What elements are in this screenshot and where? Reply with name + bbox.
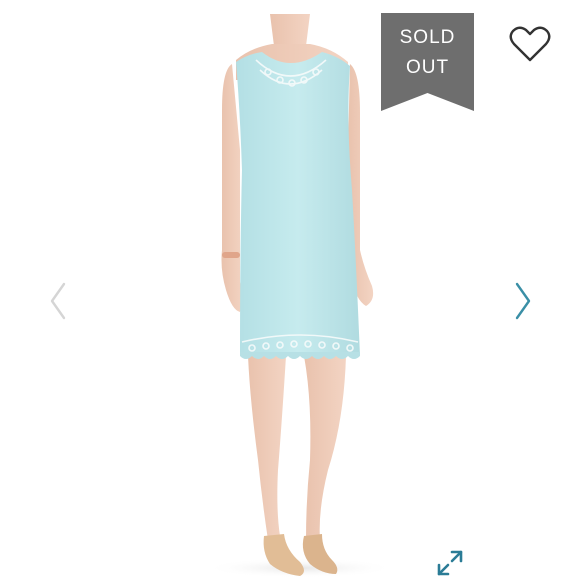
sold-out-line1: SOLD: [399, 27, 456, 48]
like-button[interactable]: [508, 24, 552, 64]
product-photo: [205, 14, 395, 578]
expand-arrows-icon: [437, 550, 463, 576]
next-image-button[interactable]: [509, 276, 539, 326]
sold-out-badge: SOLD OUT: [381, 13, 474, 111]
heart-outline-icon: [509, 26, 551, 62]
previous-image-button[interactable]: [44, 276, 74, 326]
product-image-viewer: SOLD OUT: [0, 0, 580, 580]
fullscreen-button[interactable]: [435, 548, 465, 578]
chevron-right-icon: [515, 282, 531, 320]
chevron-left-icon: [50, 282, 66, 320]
sold-out-line2: OUT: [405, 57, 450, 78]
